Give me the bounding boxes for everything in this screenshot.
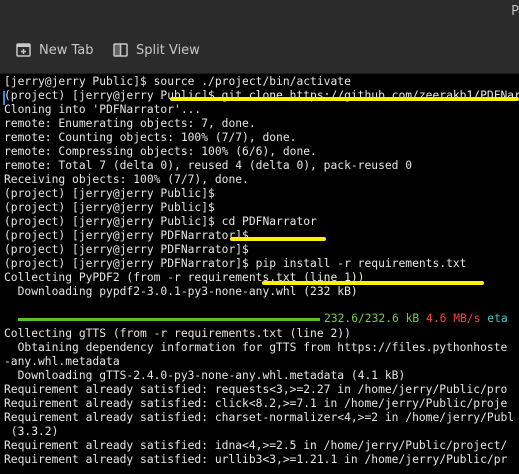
terminal-line: Cloning into 'PDFNarrator'... [4,103,202,116]
highlight-underline-cd [230,237,326,241]
highlight-underline-git-clone [170,97,519,101]
terminal-line: Collecting gTTS (from -r requirements.tx… [4,327,351,340]
terminal-line: (project) [jerry@jerry Public]$ cd PDFNa… [4,215,317,228]
download-size-text: 232.6/232.6 kB [324,312,420,325]
terminal-toolbar: New Tab Split View [0,27,519,74]
download-speed-text: 4.6 MB/s [426,312,481,325]
terminal-line: (project) [jerry@jerry Public]$ [4,187,215,200]
download-progress-bar [18,318,320,321]
new-tab-button[interactable]: New Tab [16,40,94,60]
terminal-line: Requirement already satisfied: charset-n… [4,411,515,424]
split-view-button[interactable]: Split View [113,40,200,60]
download-progress-info: 232.6/232.6 kB 4.6 MB/s eta [324,311,508,326]
terminal-line: (project) [jerry@jerry PDFNarrator]$ pip… [4,257,467,270]
terminal-line: Downloading gTTS-2.4.0-py3-none-any.whl.… [4,369,406,382]
titlebar-text: P [511,4,519,19]
terminal-line: remote: Compressing objects: 100% (6/6),… [4,145,317,158]
split-view-icon [113,43,129,57]
terminal-output[interactable]: [jerry@jerry Public]$ source ./project/b… [0,74,519,474]
download-eta-text: eta [487,312,508,325]
terminal-line: (project) [jerry@jerry PDFNarrator]$ [4,229,249,242]
highlight-underline-pip-install [262,281,484,285]
terminal-line: remote: Enumerating objects: 7, done. [4,117,256,130]
terminal-line: remote: Total 7 (delta 0), reused 4 (del… [4,159,413,172]
terminal-line: [jerry@jerry Public]$ source ./project/b… [4,75,351,88]
window-titlebar: P [0,0,519,27]
terminal-line: Receiving objects: 100% (7/7), done. [4,173,249,186]
terminal-line: Requirement already satisfied: requests<… [4,383,508,396]
terminal-line: remote: Counting objects: 100% (7/7), do… [4,131,297,144]
terminal-line: Requirement already satisfied: urllib3<3… [4,453,508,466]
terminal-line: Requirement already satisfied: click<8.2… [4,397,508,410]
terminal-line: (project) [jerry@jerry Public]$ [4,201,215,214]
new-tab-icon [16,43,32,57]
terminal-line: Requirement already satisfied: idna<4,>=… [4,439,508,452]
terminal-line: (project) [jerry@jerry PDFNarrator]$ [4,243,249,256]
terminal-line: Obtaining dependency information for gTT… [4,341,508,354]
download-progress-fill [18,318,320,321]
split-view-label: Split View [136,42,200,58]
terminal-line: (3.3.2) [4,425,59,438]
terminal-line: -any.whl.metadata [4,355,120,368]
terminal-line: Downloading pypdf2-3.0.1-py3-none-any.wh… [4,285,358,298]
new-tab-label: New Tab [39,42,94,58]
